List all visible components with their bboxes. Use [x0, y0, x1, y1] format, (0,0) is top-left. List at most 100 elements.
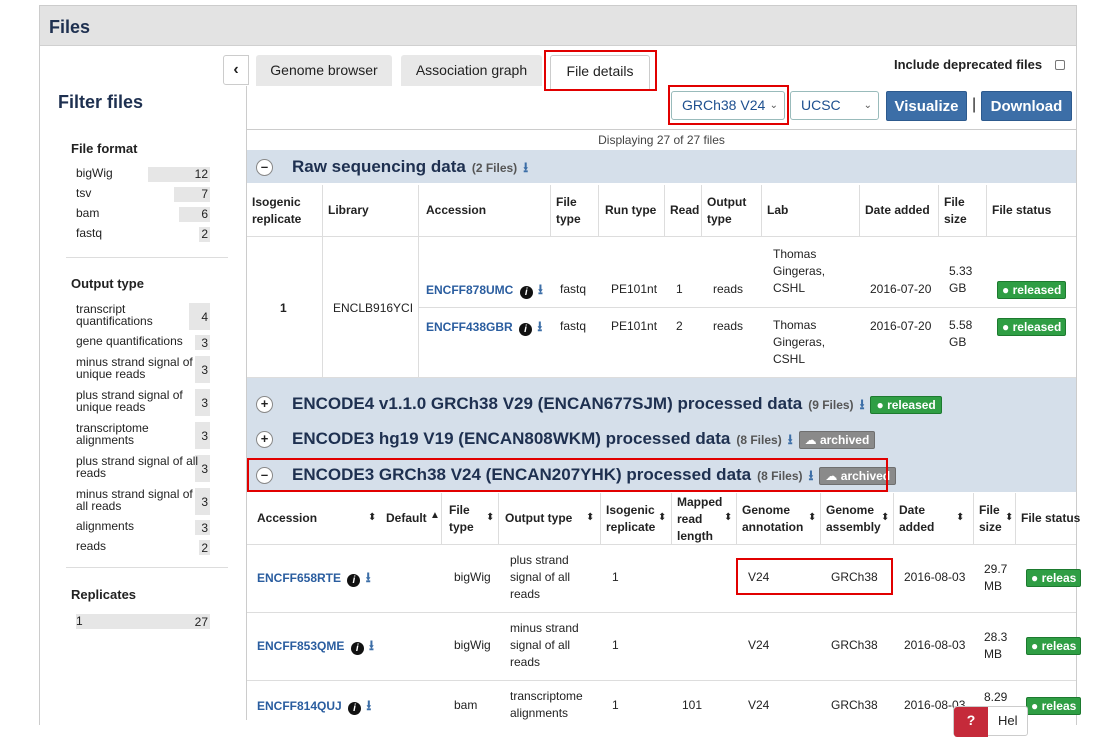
sort-icon[interactable]: ⬍ — [486, 512, 494, 523]
facet-item[interactable]: reads 2 — [76, 540, 210, 555]
facet-count: 3 — [201, 363, 208, 377]
size-value: 29.7 MB — [984, 562, 1008, 593]
facet-label: reads — [76, 539, 107, 553]
col-genome-assembly[interactable]: Genome assembly — [826, 502, 881, 536]
visualize-button[interactable]: Visualize — [886, 91, 967, 121]
facet-count: 3 — [201, 396, 208, 410]
expand-group-toggle[interactable]: + — [256, 431, 273, 448]
facet-count: 3 — [201, 336, 208, 350]
output-type-value: minus strand signal of all reads — [510, 621, 579, 669]
accession-link[interactable]: ENCFF814QUJ i ⭳ — [257, 697, 371, 715]
output-type-value: plus strand signal of all reads — [510, 553, 571, 601]
run-type-value: PE101nt — [611, 319, 658, 333]
collapse-facets-button[interactable]: ‹ — [223, 55, 249, 85]
col-mapped-read-length[interactable]: Mapped read length — [677, 494, 722, 545]
download-icon[interactable]: ⭳ — [366, 697, 371, 713]
run-type-value: PE101nt — [611, 282, 658, 296]
size-value: 8.29 — [984, 690, 1008, 704]
facet-count: 27 — [194, 615, 208, 629]
facet-item[interactable]: fastq 2 — [76, 227, 210, 242]
date-value: 2016-07-20 — [870, 282, 932, 296]
help-widget[interactable]: ? Hel — [953, 706, 1028, 737]
download-icon[interactable]: ⭳ — [366, 569, 371, 585]
facet-item[interactable]: plus strand signal of unique reads 3 — [76, 389, 210, 416]
help-label: Hel — [998, 713, 1018, 728]
info-icon[interactable]: i — [350, 642, 364, 655]
status-badge: ● released — [997, 318, 1067, 336]
sort-icon[interactable]: ⬍ — [658, 512, 666, 523]
chevron-down-icon: ⌄ — [863, 100, 872, 111]
accession-link[interactable]: ENCFF878UMC i ⭳ — [426, 281, 543, 299]
col-date-added: Date added — [865, 203, 930, 217]
download-button[interactable]: Download — [981, 91, 1072, 121]
download-icon[interactable]: ⭳ — [523, 159, 528, 175]
facet-item[interactable]: bigWig 12 — [76, 167, 210, 182]
status-badge: ☁ archived — [798, 430, 876, 449]
col-date-added[interactable]: Date added — [899, 502, 934, 536]
download-icon[interactable]: ⭳ — [788, 431, 793, 447]
collapse-group-toggle[interactable]: – — [256, 159, 273, 176]
lab-value: Thomas Gingeras, CSHL — [773, 318, 826, 366]
facet-item[interactable]: transcriptome alignments 3 — [76, 422, 210, 449]
accession-link[interactable]: ENCFF853QME i ⭳ — [257, 637, 374, 655]
browser-select[interactable]: UCSC ⌄ — [790, 91, 879, 120]
size-value: 28.3 MB — [984, 630, 1008, 661]
facet-count: 3 — [201, 462, 208, 476]
include-deprecated-label: Include deprecated files — [894, 57, 1043, 72]
sort-icon[interactable]: ⬍ — [881, 512, 889, 523]
col-file-type: File type — [556, 195, 581, 226]
col-lab: Lab — [767, 203, 789, 217]
date-value: 2016-08-03 — [904, 638, 966, 652]
accession-link[interactable]: ENCFF658RTE i ⭳ — [257, 569, 371, 587]
accession-link[interactable]: ENCFF438GBR i ⭳ — [426, 318, 542, 336]
tab-association-graph[interactable]: Association graph — [401, 55, 542, 86]
info-icon[interactable]: i — [519, 323, 533, 336]
download-icon[interactable]: ⭳ — [538, 281, 543, 297]
col-default[interactable]: Default — [386, 510, 427, 527]
info-icon[interactable]: i — [347, 574, 361, 587]
sort-icon[interactable]: ⬍ — [956, 512, 964, 523]
col-file-size[interactable]: File size — [979, 502, 1002, 536]
col-output-type[interactable]: Output type — [505, 510, 572, 527]
col-genome-annotation[interactable]: Genome annotation — [742, 502, 803, 536]
facet-item[interactable]: bam 6 — [76, 207, 210, 222]
facet-label: bam — [76, 206, 100, 220]
sort-up-icon[interactable]: ▲ — [430, 510, 440, 521]
facet-item[interactable]: alignments 3 — [76, 520, 210, 535]
sort-icon[interactable]: ⬍ — [808, 512, 816, 523]
expand-group-toggle[interactable]: + — [256, 396, 273, 413]
download-icon[interactable]: ⭳ — [369, 637, 374, 653]
assembly-value: GRCh38 — [831, 638, 878, 652]
status-badge: ● released — [870, 395, 942, 414]
sort-icon[interactable]: ⬍ — [724, 512, 732, 523]
facet-item[interactable]: minus strand signal of unique reads 3 — [76, 356, 210, 383]
download-icon[interactable]: ⭳ — [537, 318, 542, 334]
include-deprecated-checkbox[interactable] — [1055, 60, 1065, 70]
col-isogenic-replicate[interactable]: Isogenic replicate — [606, 502, 655, 536]
size-value: 5.58 GB — [949, 318, 973, 349]
col-file-status: File status — [992, 203, 1052, 217]
download-icon[interactable]: ⭳ — [860, 396, 865, 412]
facet-item[interactable]: 1 27 — [76, 614, 210, 629]
facet-item[interactable]: minus strand signal of all reads 3 — [76, 488, 210, 515]
sort-icon[interactable]: ⬍ — [368, 512, 376, 523]
info-icon[interactable]: i — [348, 702, 362, 715]
tab-genome-browser[interactable]: Genome browser — [256, 55, 392, 86]
facet-item[interactable]: gene quantifications 3 — [76, 335, 210, 350]
facet-label: tsv — [76, 186, 92, 200]
facet-item[interactable]: transcript quantifications 4 — [76, 303, 210, 330]
annotation-value: V24 — [748, 698, 770, 712]
highlight-box — [247, 458, 888, 492]
facet-label: plus strand signal of unique reads — [76, 388, 183, 414]
file-type-value: fastq — [560, 319, 587, 333]
col-file-status[interactable]: File status — [1021, 510, 1080, 527]
group-title-text: Raw sequencing data — [292, 157, 466, 176]
col-accession[interactable]: Accession — [257, 510, 317, 527]
toolbar-separator: | — [972, 96, 977, 113]
col-file-type[interactable]: File type — [449, 502, 474, 536]
facet-item[interactable]: tsv 7 — [76, 187, 210, 202]
sort-icon[interactable]: ⬍ — [586, 512, 594, 523]
info-icon[interactable]: i — [519, 286, 533, 299]
sort-icon[interactable]: ⬍ — [1005, 512, 1013, 523]
facet-item[interactable]: plus strand signal of all reads 3 — [76, 455, 210, 482]
